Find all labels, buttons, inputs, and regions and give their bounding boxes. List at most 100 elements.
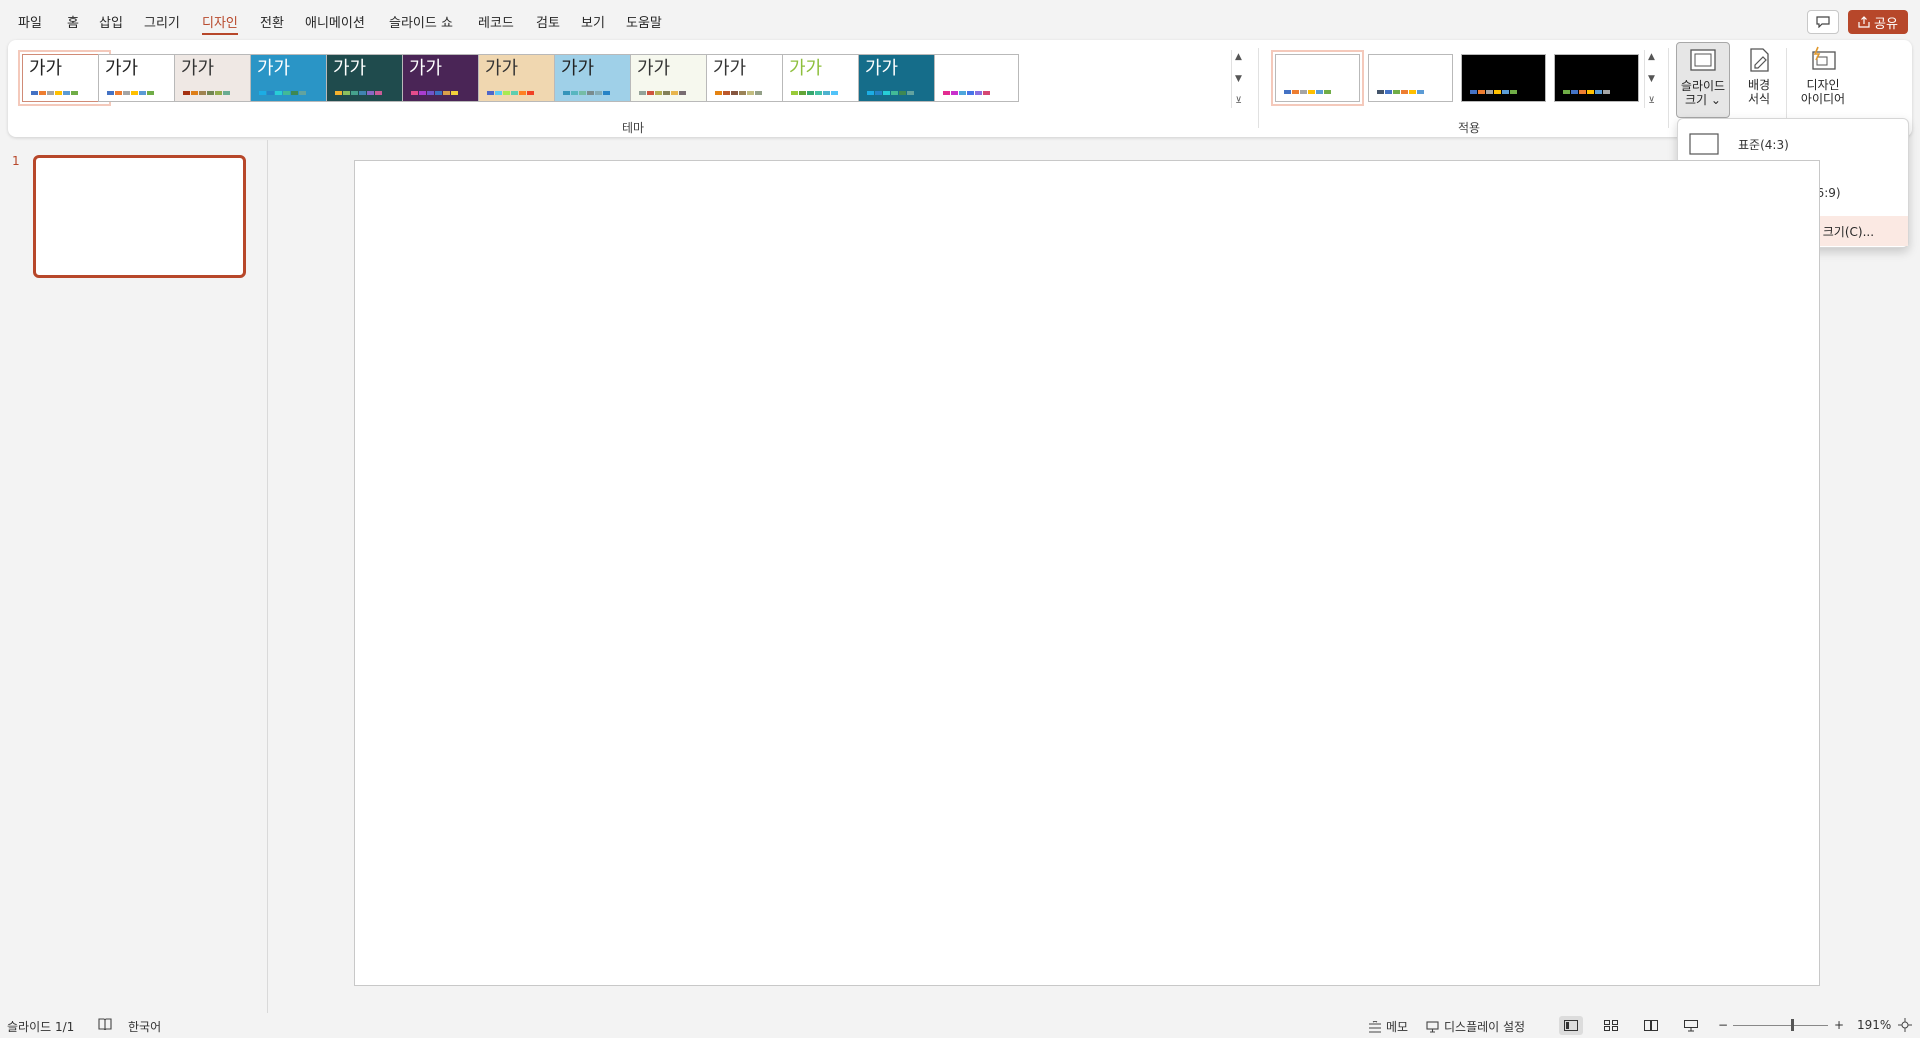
tab-transitions[interactable]: 전환	[260, 12, 284, 31]
zoom-level[interactable]: 191%	[1857, 1018, 1891, 1032]
tab-animations[interactable]: 애니메이션	[305, 12, 365, 31]
theme-thumbnail[interactable]: 가가	[174, 54, 259, 102]
scroll-up-icon[interactable]: ▲	[1235, 52, 1242, 62]
slide-sorter-button[interactable]	[1599, 1016, 1623, 1035]
slide-sorter-icon	[1604, 1020, 1618, 1031]
scroll-down-icon[interactable]: ▼	[1648, 74, 1655, 84]
theme-thumbnail[interactable]: 가가	[18, 50, 111, 106]
reading-view-button[interactable]	[1639, 1016, 1663, 1035]
theme-thumbnail-label: 가가	[713, 58, 747, 79]
theme-color-swatches	[107, 91, 154, 95]
scroll-down-icon[interactable]: ▼	[1235, 74, 1242, 84]
variant-thumbnail[interactable]	[1368, 54, 1453, 102]
tab-file[interactable]: 파일	[18, 12, 42, 31]
format-background-icon	[1750, 48, 1769, 72]
tab-record[interactable]: 레코드	[478, 12, 514, 31]
theme-thumbnail[interactable]: 가가	[706, 54, 791, 102]
tab-draw[interactable]: 그리기	[144, 12, 180, 31]
tab-design[interactable]: 디자인	[202, 12, 238, 35]
tab-insert[interactable]: 삽입	[99, 12, 123, 31]
fit-to-window-button[interactable]	[1898, 1018, 1912, 1032]
theme-color-swatches	[259, 91, 306, 95]
theme-thumbnail[interactable]: 가가	[858, 54, 943, 102]
slide-size-label-2: 크기 ⌄	[1685, 93, 1721, 107]
tab-view[interactable]: 보기	[581, 12, 605, 31]
variant-thumbnail[interactable]	[1461, 54, 1546, 102]
theme-thumbnail[interactable]: 가가	[630, 54, 715, 102]
theme-thumbnail-label: 가가	[29, 58, 63, 79]
tab-home[interactable]: 홈	[67, 12, 79, 31]
display-settings-button[interactable]: 디스플레이 설정	[1426, 1018, 1525, 1035]
format-background-label-1: 배경	[1747, 78, 1771, 92]
design-ribbon: 가가 가가 가가 가가 가가 가가 가가 가가 가가 가가 가가 가가 ▲ ▼ ⊻ 테마 ▲ ▼ ⊻ …	[8, 40, 1912, 137]
slide-size-icon	[1690, 49, 1716, 71]
variant-color-swatches	[1563, 90, 1610, 94]
slide-show-icon	[1684, 1019, 1698, 1031]
slide-canvas[interactable]	[354, 160, 1820, 986]
notes-button[interactable]: 메모	[1368, 1018, 1408, 1035]
zoom-slider-thumb[interactable]	[1791, 1019, 1794, 1031]
tab-help[interactable]: 도움말	[626, 12, 662, 31]
theme-thumbnail-label: 가가	[257, 58, 291, 79]
slide-number: 1	[12, 154, 20, 168]
theme-thumbnail-label: 가가	[333, 58, 367, 79]
zoom-out-button[interactable]: −	[1718, 1018, 1728, 1032]
theme-color-swatches	[791, 91, 838, 95]
ribbon-separator	[1786, 48, 1787, 128]
variant-thumbnail[interactable]	[1271, 50, 1364, 106]
theme-gallery-scroll[interactable]: ▲ ▼ ⊻	[1231, 50, 1245, 108]
theme-thumbnail-label: 가가	[485, 58, 519, 79]
theme-thumbnail[interactable]: 가가	[402, 54, 487, 102]
zoom-slider[interactable]	[1733, 1025, 1828, 1026]
themes-group-label: 테마	[622, 121, 645, 135]
slide-indicator[interactable]: 슬라이드 1/1	[7, 1018, 74, 1035]
accessibility-icon[interactable]	[98, 1018, 112, 1030]
standard-4-3-icon	[1684, 124, 1724, 164]
variant-color-swatches	[1377, 90, 1424, 94]
slide-size-standard-option[interactable]: 표준(4:3)	[1684, 123, 1904, 165]
designer-button[interactable]: 디자인 아이디어	[1792, 42, 1854, 118]
designer-icon	[1812, 46, 1836, 70]
theme-thumbnail[interactable]: 가가	[98, 54, 183, 102]
tab-slide-show[interactable]: 슬라이드 쇼	[389, 12, 453, 31]
slide-thumbnail-pane: 1	[0, 140, 268, 1013]
comment-icon	[1816, 16, 1830, 28]
theme-thumbnail-label: 가가	[637, 58, 671, 79]
menu-bar: 파일 홈 삽입 그리기 디자인 전환 애니메이션 슬라이드 쇼 레코드 검토 보…	[0, 0, 1920, 40]
theme-thumbnail[interactable]	[934, 54, 1019, 102]
normal-view-icon	[1564, 1020, 1578, 1031]
theme-color-swatches	[31, 91, 78, 95]
theme-thumbnail[interactable]: 가가	[782, 54, 867, 102]
comments-button[interactable]	[1807, 10, 1839, 34]
slide-show-button[interactable]	[1679, 1016, 1703, 1035]
display-settings-icon	[1426, 1020, 1439, 1033]
theme-thumbnail-label: 가가	[409, 58, 443, 79]
variant-gallery-scroll[interactable]: ▲ ▼ ⊻	[1644, 50, 1658, 108]
variant-thumbnail[interactable]	[1554, 54, 1639, 102]
slide-size-button[interactable]: 슬라이드 크기 ⌄	[1676, 42, 1730, 118]
language-indicator[interactable]: 한국어	[128, 1018, 161, 1035]
share-label: 공유	[1874, 16, 1898, 32]
theme-color-swatches	[411, 91, 458, 95]
status-bar: 슬라이드 1/1 한국어 메모 디스플레이 설정 − + 191%	[0, 1013, 1920, 1038]
ribbon-separator	[1258, 48, 1259, 128]
theme-color-swatches	[335, 91, 382, 95]
theme-thumbnail[interactable]: 가가	[478, 54, 563, 102]
zoom-in-button[interactable]: +	[1834, 1018, 1844, 1032]
ribbon-separator	[1668, 48, 1669, 128]
more-icon[interactable]: ⊻	[1235, 96, 1242, 106]
theme-color-swatches	[563, 91, 610, 95]
scroll-up-icon[interactable]: ▲	[1648, 52, 1655, 62]
theme-thumbnail[interactable]: 가가	[326, 54, 411, 102]
theme-thumbnail[interactable]: 가가	[554, 54, 639, 102]
theme-thumbnail-label: 가가	[105, 58, 139, 79]
theme-thumbnail[interactable]: 가가	[250, 54, 335, 102]
tab-review[interactable]: 검토	[536, 12, 560, 31]
theme-thumbnail-label: 가가	[181, 58, 215, 79]
format-background-button[interactable]: 배경 서식	[1736, 42, 1782, 118]
slide-thumbnail[interactable]	[33, 155, 246, 278]
normal-view-button[interactable]	[1559, 1016, 1583, 1035]
share-icon	[1858, 16, 1870, 28]
more-icon[interactable]: ⊻	[1648, 96, 1655, 106]
share-button[interactable]: 공유	[1848, 10, 1908, 34]
